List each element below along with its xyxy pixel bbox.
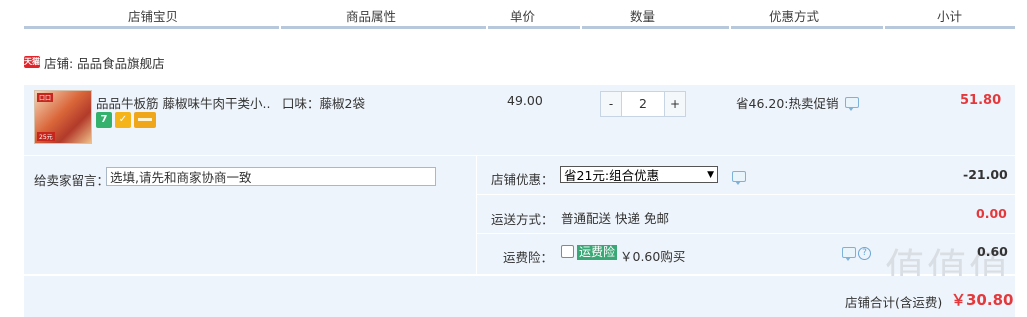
shop-total-amount: ￥30.80: [951, 291, 1014, 309]
promo-text: 省46.20:热卖促销: [736, 96, 839, 111]
header-col-promo: 优惠方式: [769, 9, 820, 24]
chat-icon[interactable]: [842, 247, 856, 261]
seller-message-label: 给卖家留言：: [34, 173, 110, 188]
insurance-amount: 0.60: [977, 244, 1008, 259]
header-col-attr: 商品属性: [346, 9, 397, 24]
product-title-link[interactable]: 品品牛板筋 藤椒味牛肉干类小...: [96, 93, 271, 112]
dropdown-arrow-icon: ▼: [707, 170, 714, 180]
promo-info: 省46.20:热卖促销: [736, 93, 859, 112]
seven-day-return-icon[interactable]: 7: [96, 112, 112, 128]
header-col-qty: 数量: [630, 9, 656, 24]
quantity-decrease-button[interactable]: -: [601, 92, 621, 116]
discount-selected-value: 省21元:组合优惠: [564, 168, 660, 183]
chat-icon[interactable]: [732, 171, 746, 185]
discount-row: [477, 156, 1015, 195]
header-divider: [885, 26, 1015, 29]
shipping-amount: 0.00: [976, 206, 1007, 221]
insurance-price: ￥0.60购买: [620, 249, 686, 264]
shipping-method: 普通配送 快递 免邮: [561, 211, 669, 226]
quantity-input[interactable]: 2: [621, 92, 665, 116]
guarantee-shield-icon[interactable]: ✓: [115, 112, 131, 128]
insurance-tag: 运费险: [577, 245, 618, 260]
chat-icon[interactable]: [844, 97, 859, 111]
service-badges: 7 ✓: [96, 112, 156, 128]
discount-amount: -21.00: [963, 167, 1008, 182]
table-header: 店铺宝贝 商品属性 单价 数量 优惠方式 小计: [0, 0, 1027, 30]
product-thumbnail[interactable]: 口口 25元: [34, 90, 92, 144]
tmall-icon: 天猫: [24, 56, 40, 68]
item-subtotal: 51.80: [960, 93, 1002, 108]
discount-label: 店铺优惠：: [491, 172, 554, 187]
thumb-price-tag: 25元: [37, 132, 55, 141]
shop-total-label: 店铺合计(含运费): [845, 295, 943, 310]
header-col-subtotal: 小计: [937, 9, 963, 24]
shipping-label: 运送方式：: [491, 212, 554, 227]
insurance-help: ?: [842, 247, 871, 261]
seller-message-input[interactable]: 选填,请先和商家协商一致: [106, 167, 436, 186]
header-divider: [281, 26, 486, 29]
quantity-increase-button[interactable]: +: [665, 92, 685, 116]
header-col-price: 单价: [510, 9, 536, 24]
quantity-stepper: - 2 +: [600, 91, 686, 117]
shop-name-link[interactable]: 店铺: 品品食品旗舰店: [44, 53, 165, 72]
help-question-icon[interactable]: ?: [858, 247, 871, 260]
header-divider: [24, 26, 279, 29]
header-col-item: 店铺宝贝: [128, 9, 179, 24]
credit-card-icon[interactable]: [134, 112, 156, 128]
shop-row: 天猫 店铺: 品品食品旗舰店: [24, 50, 165, 74]
insurance-checkbox[interactable]: [561, 245, 574, 258]
insurance-label: 运费险：: [503, 250, 554, 265]
thumb-brand-tag: 口口: [37, 93, 54, 102]
header-divider: [488, 26, 580, 29]
discount-select[interactable]: 省21元:组合优惠 ▼: [560, 166, 718, 183]
header-divider: [731, 26, 883, 29]
unit-price: 49.00: [507, 93, 543, 108]
shipping-row: [477, 195, 1015, 234]
product-attribute: 口味：藤椒2袋: [282, 96, 365, 111]
header-divider: [582, 26, 729, 29]
